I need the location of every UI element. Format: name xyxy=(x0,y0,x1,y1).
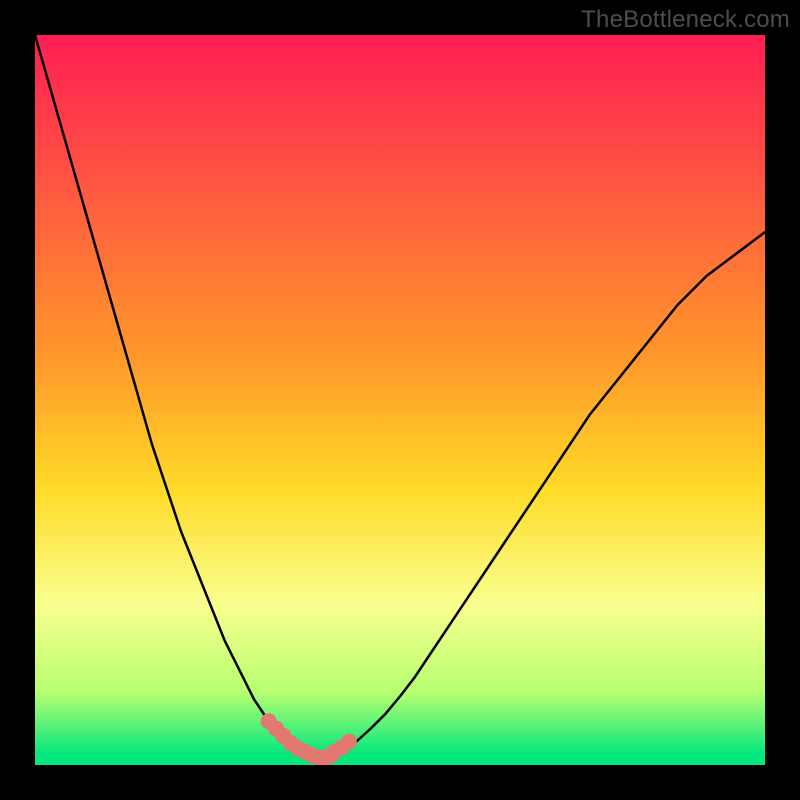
gradient-background xyxy=(35,35,765,765)
watermark-label: TheBottleneck.com xyxy=(581,6,790,34)
bottleneck-chart xyxy=(35,35,765,765)
plot-area xyxy=(35,35,765,765)
chart-frame: TheBottleneck.com xyxy=(0,0,800,800)
marker-dot xyxy=(341,734,357,750)
